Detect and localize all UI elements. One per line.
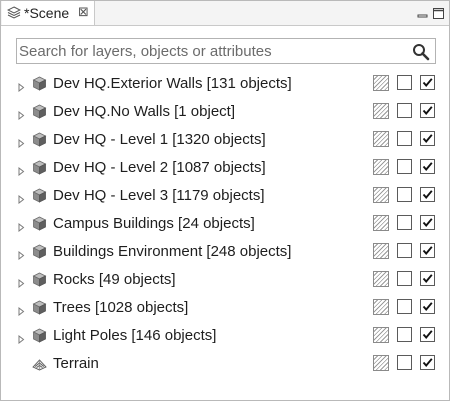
enabled-checkbox[interactable] (420, 355, 435, 370)
expand-arrow-icon[interactable] (18, 331, 25, 345)
layer-label: Dev HQ.Exterior Walls [131 objects] (53, 75, 292, 92)
layer-style-swatch[interactable] (373, 243, 389, 259)
visibility-checkbox[interactable] (397, 159, 412, 174)
visibility-checkbox[interactable] (397, 215, 412, 230)
cube-icon (32, 160, 47, 175)
terrain-icon (32, 356, 47, 371)
visibility-checkbox[interactable] (397, 355, 412, 370)
layer-row[interactable]: Dev HQ - Level 3 [1179 objects] (1, 182, 449, 210)
layer-style-swatch[interactable] (373, 159, 389, 175)
enabled-checkbox[interactable] (420, 187, 435, 202)
close-icon[interactable]: ⊠ (78, 4, 89, 20)
expand-arrow-icon[interactable] (18, 275, 25, 289)
layer-style-swatch[interactable] (373, 327, 389, 343)
expand-arrow-icon[interactable] (18, 163, 25, 177)
layer-style-swatch[interactable] (373, 131, 389, 147)
layer-row[interactable]: Campus Buildings [24 objects] (1, 210, 449, 238)
layer-style-swatch[interactable] (373, 299, 389, 315)
minimize-icon[interactable] (417, 6, 428, 18)
layer-style-swatch[interactable] (373, 215, 389, 231)
cube-icon (32, 188, 47, 203)
expand-arrow-icon[interactable] (18, 191, 25, 205)
layer-row[interactable]: Dev HQ - Level 2 [1087 objects] (1, 154, 449, 182)
search-input[interactable] (19, 40, 409, 62)
layer-label: Campus Buildings [24 objects] (53, 215, 255, 232)
layer-label: Dev HQ - Level 3 [1179 objects] (53, 187, 265, 204)
enabled-checkbox[interactable] (420, 271, 435, 286)
maximize-icon[interactable] (433, 6, 444, 19)
layer-row[interactable]: Rocks [49 objects] (1, 266, 449, 294)
tab-scene[interactable]: *Scene ⊠ (2, 1, 95, 25)
expand-arrow-icon[interactable] (18, 135, 25, 149)
search-box (16, 38, 436, 64)
visibility-checkbox[interactable] (397, 103, 412, 118)
enabled-checkbox[interactable] (420, 159, 435, 174)
tab-title: *Scene (24, 5, 70, 21)
visibility-checkbox[interactable] (397, 271, 412, 286)
layer-row[interactable]: Dev HQ - Level 1 [1320 objects] (1, 126, 449, 154)
layer-row[interactable]: Dev HQ.No Walls [1 object] (1, 98, 449, 126)
cube-icon (32, 216, 47, 231)
layer-style-swatch[interactable] (373, 75, 389, 91)
visibility-checkbox[interactable] (397, 131, 412, 146)
cube-icon (32, 132, 47, 147)
visibility-checkbox[interactable] (397, 243, 412, 258)
layer-row[interactable]: Buildings Environment [248 objects] (1, 238, 449, 266)
expand-arrow-icon[interactable] (18, 219, 25, 233)
cube-icon (32, 328, 47, 343)
panel-titlebar: *Scene ⊠ (1, 1, 449, 26)
enabled-checkbox[interactable] (420, 327, 435, 342)
layer-label: Rocks [49 objects] (53, 271, 176, 288)
layers-icon (6, 6, 22, 20)
visibility-checkbox[interactable] (397, 75, 412, 90)
search-icon[interactable] (412, 43, 430, 61)
layer-label: Light Poles [146 objects] (53, 327, 217, 344)
layer-row[interactable]: Trees [1028 objects] (1, 294, 449, 322)
enabled-checkbox[interactable] (420, 131, 435, 146)
layer-style-swatch[interactable] (373, 355, 389, 371)
enabled-checkbox[interactable] (420, 215, 435, 230)
layer-label: Trees [1028 objects] (53, 299, 189, 316)
visibility-checkbox[interactable] (397, 299, 412, 314)
expand-arrow-icon[interactable] (18, 303, 25, 317)
visibility-checkbox[interactable] (397, 187, 412, 202)
layer-label: Terrain (53, 355, 99, 372)
layer-label: Dev HQ.No Walls [1 object] (53, 103, 235, 120)
visibility-checkbox[interactable] (397, 327, 412, 342)
expand-arrow-icon[interactable] (18, 247, 25, 261)
enabled-checkbox[interactable] (420, 75, 435, 90)
layer-row[interactable]: Dev HQ.Exterior Walls [131 objects] (1, 70, 449, 98)
layer-label: Dev HQ - Level 2 [1087 objects] (53, 159, 266, 176)
layer-style-swatch[interactable] (373, 271, 389, 287)
enabled-checkbox[interactable] (420, 103, 435, 118)
expand-arrow-icon[interactable] (18, 107, 25, 121)
enabled-checkbox[interactable] (420, 299, 435, 314)
layer-label: Dev HQ - Level 1 [1320 objects] (53, 131, 266, 148)
enabled-checkbox[interactable] (420, 243, 435, 258)
layer-style-swatch[interactable] (373, 187, 389, 203)
cube-icon (32, 104, 47, 119)
layer-row[interactable]: Terrain (1, 350, 449, 378)
cube-icon (32, 272, 47, 287)
layer-style-swatch[interactable] (373, 103, 389, 119)
cube-icon (32, 76, 47, 91)
scene-panel: *Scene ⊠ Dev HQ.Exterior Walls [131 obje… (0, 0, 450, 401)
layer-label: Buildings Environment [248 objects] (53, 243, 292, 260)
cube-icon (32, 244, 47, 259)
expand-arrow-icon[interactable] (18, 79, 25, 93)
cube-icon (32, 300, 47, 315)
layer-row[interactable]: Light Poles [146 objects] (1, 322, 449, 350)
